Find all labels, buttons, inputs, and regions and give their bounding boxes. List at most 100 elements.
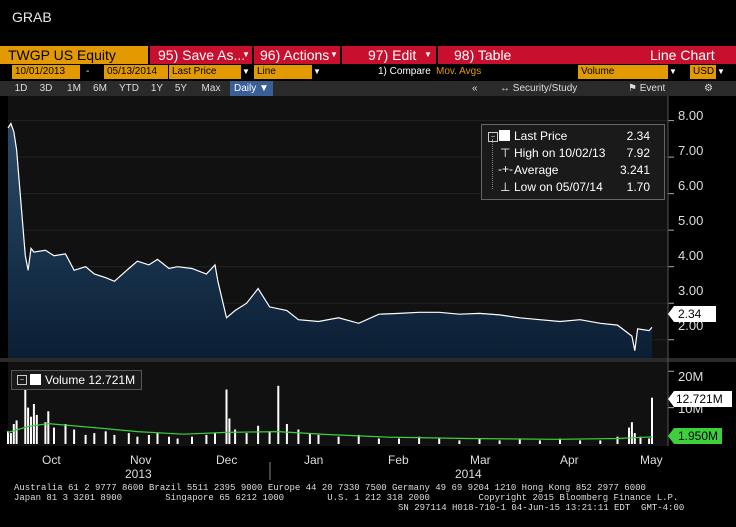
series-swatch — [30, 374, 41, 385]
volume-bar — [616, 436, 619, 444]
chevron-down-icon[interactable]: ▼ — [242, 46, 250, 64]
volume-bar — [225, 389, 228, 444]
volume-bar — [337, 436, 340, 444]
volume-bar — [205, 434, 208, 444]
month-label: May — [640, 453, 663, 467]
volume-bar — [53, 427, 55, 444]
volume-bar — [579, 440, 582, 444]
security-study-button[interactable]: ↔ Security/Study — [500, 82, 577, 95]
high-value: 7.92 — [626, 146, 650, 160]
volume-bar — [30, 416, 32, 444]
chevron-down-icon[interactable]: ▼ — [330, 46, 338, 64]
volume-bar — [7, 431, 9, 444]
range-button-1y[interactable]: 1Y — [146, 82, 168, 95]
volume-bar — [168, 436, 170, 444]
average-value: 3.241 — [619, 163, 650, 177]
price-field-select[interactable]: Last Price — [169, 65, 241, 79]
footer-contacts-line: Australia 61 2 9777 8600 Brazil 5511 239… — [14, 483, 646, 493]
volume-bar — [308, 433, 311, 444]
chevron-down-icon[interactable]: ▼ — [241, 65, 251, 79]
chart-style-select[interactable]: Line — [254, 65, 312, 79]
volume-legend[interactable]: − Volume 12.721M — [11, 370, 143, 390]
last-volume-tag-label: 12.721M — [676, 392, 723, 406]
divider — [148, 46, 150, 64]
mov-avgs-button[interactable]: Mov. Avgs — [436, 65, 481, 79]
currency-select[interactable]: USD — [690, 65, 718, 79]
series-swatch — [499, 130, 510, 141]
volume-bar — [277, 385, 280, 444]
range-button-1d[interactable]: 1D — [10, 82, 32, 95]
window-title-bar: GRAB — [0, 0, 736, 40]
divider — [436, 46, 438, 64]
collapse-button[interactable]: « — [472, 82, 478, 95]
volume-bar — [12, 424, 15, 444]
save-as-button[interactable]: 95) Save As... — [158, 46, 245, 64]
edit-menu-button[interactable]: 97) Edit — [368, 46, 416, 64]
price-tick-label: 3.00 — [678, 283, 703, 298]
volume-bar — [147, 434, 150, 444]
volume-bar — [268, 431, 271, 444]
actions-menu-button[interactable]: 96) Actions — [260, 46, 329, 64]
range-button-max[interactable]: Max — [196, 82, 226, 95]
chevron-down-icon[interactable]: ▼ — [312, 65, 322, 79]
chevron-down-icon: ▼ — [259, 83, 269, 94]
lower-field-select[interactable]: Volume — [578, 65, 668, 79]
legend-tree-line — [492, 139, 494, 189]
table-button[interactable]: 98) Table — [454, 46, 511, 64]
volume-bar — [156, 433, 159, 444]
volume-average-tag-label: 1.950M — [678, 429, 718, 443]
volume-bar — [458, 440, 461, 444]
footer: Australia 61 2 9777 8600 Brazil 5511 239… — [0, 482, 736, 527]
volume-bar — [136, 436, 139, 444]
volume-bar — [191, 436, 193, 444]
volume-bar — [113, 434, 116, 444]
range-button-1m[interactable]: 1M — [62, 82, 86, 95]
volume-bar — [32, 404, 35, 444]
month-label: Nov — [130, 453, 151, 467]
volume-bar — [285, 424, 288, 444]
volume-bar — [478, 438, 481, 444]
volume-bar — [538, 440, 541, 444]
volume-bar — [176, 438, 179, 444]
period-select[interactable]: Daily ▼ — [230, 81, 273, 96]
average-marker-icon: -+- — [498, 162, 513, 176]
volume-bar — [648, 438, 651, 444]
range-button-6m[interactable]: 6M — [88, 82, 112, 95]
last-price-value: 2.34 — [626, 129, 650, 143]
range-button-5y[interactable]: 5Y — [170, 82, 192, 95]
divider — [340, 46, 342, 64]
chart-type-label[interactable]: Line Chart — [650, 46, 715, 64]
volume-bar — [214, 433, 216, 444]
volume-bar — [599, 440, 602, 444]
month-label: Apr — [560, 453, 579, 467]
compare-button[interactable]: 1) Compare — [378, 65, 431, 79]
range-button-ytd[interactable]: YTD — [114, 82, 144, 95]
volume-bar — [15, 420, 18, 444]
price-legend[interactable]: − Last Price 2.34 ⊤ High on 10/02/13 7.9… — [481, 124, 665, 200]
price-tick-label: 8.00 — [678, 108, 703, 123]
volume-bar — [245, 433, 248, 444]
range-button-3d[interactable]: 3D — [35, 82, 57, 95]
event-button[interactable]: ⚑ Event — [628, 82, 665, 95]
divider — [252, 46, 254, 64]
price-tick-label: 7.00 — [678, 143, 703, 158]
chevron-down-icon[interactable]: ▼ — [668, 65, 678, 79]
volume-bar — [35, 414, 38, 444]
price-tick-label: 6.00 — [678, 178, 703, 193]
volume-bar — [257, 425, 260, 444]
ticker-field[interactable]: TWGP US Equity — [0, 46, 148, 64]
month-label: Feb — [388, 453, 409, 467]
month-label: Mar — [470, 453, 491, 467]
last-price-tag-label: 2.34 — [678, 307, 702, 321]
collapse-toggle-icon[interactable]: − — [17, 375, 27, 385]
start-date-field[interactable]: 10/01/2013 — [12, 65, 80, 79]
end-date-field[interactable]: 05/13/2014 — [104, 65, 168, 79]
volume-label: Volume — [45, 373, 86, 387]
chevron-down-icon[interactable]: ▼ — [424, 46, 432, 64]
volume-bar — [398, 438, 400, 444]
volume-bar — [498, 440, 501, 444]
volume-bar — [633, 433, 636, 444]
chevron-down-icon[interactable]: ▼ — [716, 65, 726, 79]
settings-gear-icon[interactable]: ⚙ — [704, 82, 713, 95]
volume-bar — [64, 424, 67, 444]
